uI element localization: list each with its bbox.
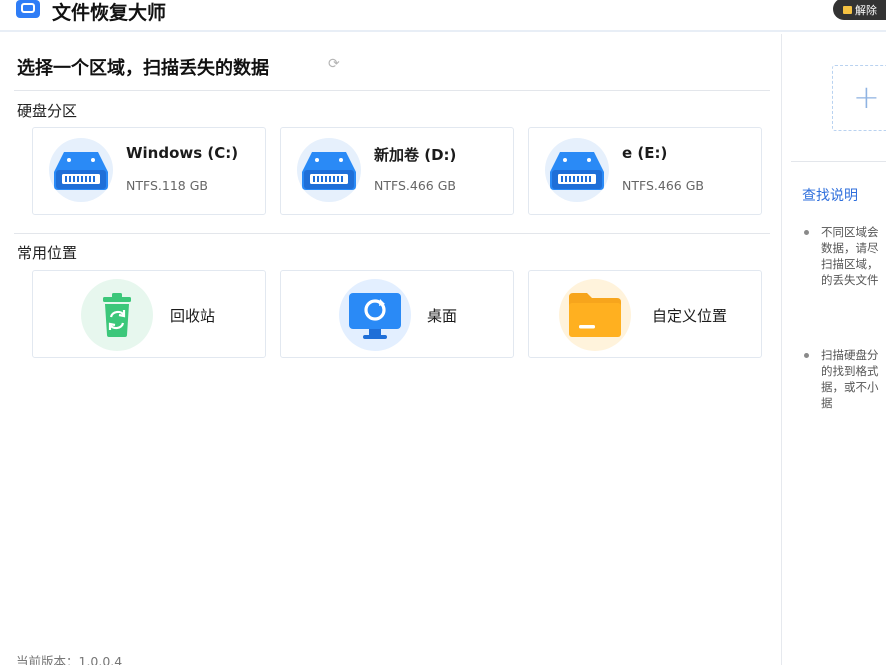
- refresh-icon[interactable]: ⟳: [328, 56, 340, 72]
- divider: [14, 90, 770, 91]
- bullet-icon: [804, 230, 809, 235]
- drive-icon-bg: [49, 138, 113, 202]
- drive-card-d[interactable]: 新加卷 (D:) NTFS.466 GB: [280, 127, 514, 215]
- place-card-desktop[interactable]: 桌面: [280, 270, 514, 358]
- bullet-icon: [804, 353, 809, 358]
- recycle-bin-icon-bg: [81, 279, 153, 351]
- app-title: 文件恢复大师: [52, 2, 167, 24]
- main-panel: 选择一个区域，扫描丢失的数据 ⟳ 硬盘分区 Windows (C:) NTFS.…: [0, 34, 782, 665]
- add-location-button[interactable]: +: [832, 65, 886, 131]
- place-card-custom[interactable]: 自定义位置: [528, 270, 762, 358]
- desktop-icon: [349, 293, 401, 339]
- drive-name: 新加卷 (D:): [374, 146, 457, 164]
- plus-icon: +: [853, 78, 880, 116]
- drive-meta: NTFS.466 GB: [374, 178, 456, 193]
- title-bar: 文件恢复大师 解除: [0, 0, 886, 32]
- hard-drive-icon: [54, 152, 108, 190]
- desktop-icon-bg: [339, 279, 411, 351]
- place-label: 自定义位置: [652, 307, 728, 325]
- hard-drive-icon: [302, 152, 356, 190]
- divider: [791, 161, 886, 162]
- recycle-bin-icon: [103, 293, 131, 337]
- drive-meta: NTFS.466 GB: [622, 178, 704, 193]
- version-text: 当前版本：1.0.0.4: [16, 654, 123, 665]
- divider: [14, 233, 770, 234]
- help-title: 查找说明: [802, 188, 858, 204]
- side-panel: + 查找说明 不同区域会 数据，请尽 扫描区域， 的丢失文件 扫描硬盘分 的找到…: [783, 34, 886, 665]
- help-tip-text: 扫描硬盘分 的找到格式 据，或不小 据: [821, 348, 879, 410]
- drive-name: e (E:): [622, 144, 668, 162]
- app-logo-icon: [16, 0, 40, 18]
- help-tip-text: 不同区域会 数据，请尽 扫描区域， 的丢失文件: [821, 225, 879, 287]
- drive-card-e[interactable]: e (E:) NTFS.466 GB: [528, 127, 762, 215]
- place-label: 回收站: [170, 307, 216, 325]
- hard-drive-icon: [550, 152, 604, 190]
- common-section-label: 常用位置: [17, 244, 78, 262]
- folder-icon-bg: [559, 279, 631, 351]
- drive-icon-bg: [545, 138, 609, 202]
- unlock-button[interactable]: 解除: [833, 0, 886, 20]
- folder-icon: [569, 293, 621, 337]
- drive-meta: NTFS.118 GB: [126, 178, 208, 193]
- unlock-label: 解除: [855, 4, 877, 17]
- place-label: 桌面: [427, 307, 458, 325]
- lock-icon: [843, 6, 852, 14]
- drive-name: Windows (C:): [126, 144, 239, 162]
- page-title: 选择一个区域，扫描丢失的数据: [17, 58, 269, 79]
- drive-icon-bg: [297, 138, 361, 202]
- disk-section-label: 硬盘分区: [17, 102, 78, 120]
- place-card-recycle-bin[interactable]: 回收站: [32, 270, 266, 358]
- drive-card-c[interactable]: Windows (C:) NTFS.118 GB: [32, 127, 266, 215]
